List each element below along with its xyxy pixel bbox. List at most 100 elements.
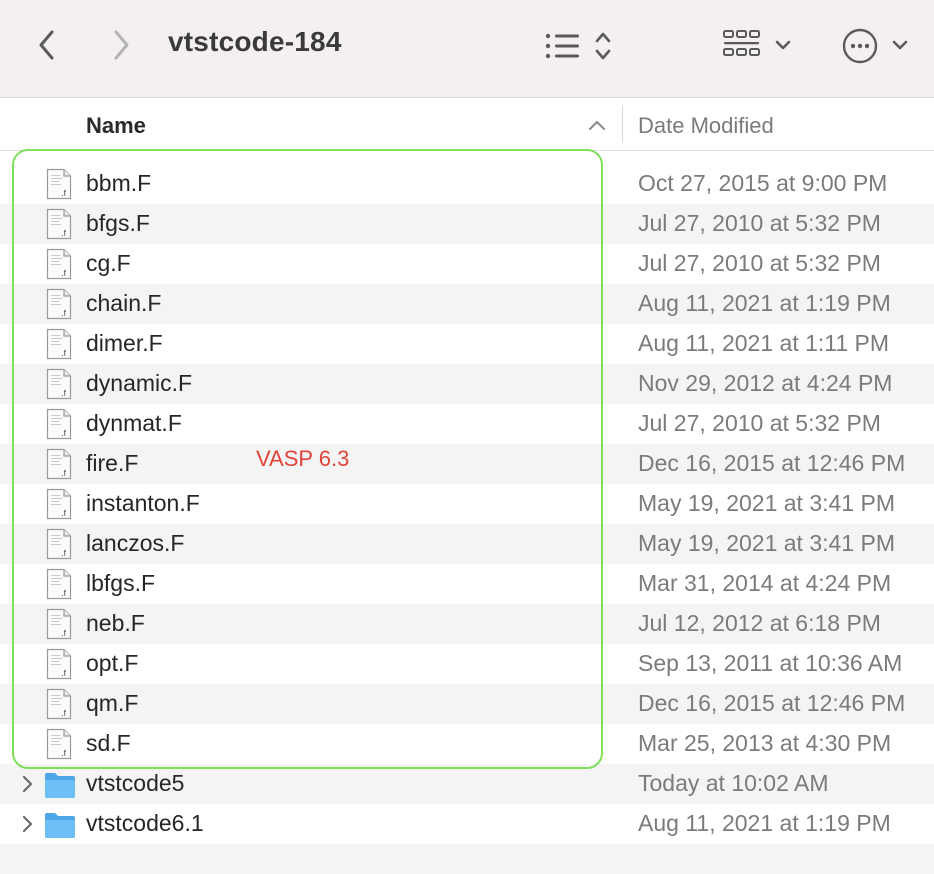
empty-row	[0, 844, 934, 874]
file-date: Jul 12, 2012 at 6:18 PM	[638, 610, 881, 636]
fortran-file-icon: .f	[46, 688, 72, 720]
fortran-file-icon: .f	[46, 728, 72, 760]
window-toolbar: vtstcode-184	[0, 0, 934, 98]
file-date: Aug 11, 2021 at 1:11 PM	[638, 330, 890, 356]
view-mode-button[interactable]	[720, 28, 796, 64]
chevron-left-icon	[39, 30, 54, 60]
file-row[interactable]: .f cg.F Jul 27, 2010 at 5:32 PM	[0, 244, 934, 284]
ellipsis-circle-icon	[842, 28, 908, 64]
file-name: instanton.F	[86, 490, 200, 516]
folder-date: Aug 11, 2021 at 1:19 PM	[638, 810, 891, 836]
fortran-file-icon: .f	[46, 408, 72, 440]
file-name: chain.F	[86, 290, 162, 316]
fortran-file-icon: .f	[46, 248, 72, 280]
column-divider[interactable]	[622, 105, 623, 143]
file-name: cg.F	[86, 250, 131, 276]
file-name: qm.F	[86, 690, 139, 716]
file-date: Aug 11, 2021 at 1:19 PM	[638, 290, 891, 316]
svg-text:.f: .f	[62, 349, 67, 358]
file-name: bbm.F	[86, 170, 152, 196]
folder-row[interactable]: vtstcode6.1 Aug 11, 2021 at 1:19 PM	[0, 804, 934, 844]
folder-icon	[44, 771, 76, 799]
folder-name: vtstcode6.1	[86, 810, 204, 836]
file-name: dynmat.F	[86, 410, 182, 436]
svg-text:.f: .f	[62, 269, 67, 278]
chevron-right-icon	[114, 30, 129, 60]
file-row[interactable]: .f dynmat.F Jul 27, 2010 at 5:32 PM	[0, 404, 934, 444]
annotation-label: VASP 6.3	[256, 446, 350, 471]
file-row[interactable]: .f lanczos.F May 19, 2021 at 3:41 PM	[0, 524, 934, 564]
column-header: Name Date Modified	[0, 99, 934, 151]
file-date: Dec 16, 2015 at 12:46 PM	[638, 450, 906, 476]
svg-text:.f: .f	[62, 669, 67, 678]
file-list: .f bbm.F Oct 27, 2015 at 9:00 PM .f bfgs…	[0, 164, 934, 844]
file-name: opt.F	[86, 650, 139, 676]
file-name: dimer.F	[86, 330, 163, 356]
fortran-file-icon: .f	[46, 488, 72, 520]
file-date: May 19, 2021 at 3:41 PM	[638, 530, 895, 556]
folder-name: vtstcode5	[86, 770, 185, 796]
file-row[interactable]: .f dynamic.F Nov 29, 2012 at 4:24 PM	[0, 364, 934, 404]
svg-text:.f: .f	[62, 549, 67, 558]
svg-text:.f: .f	[62, 189, 67, 198]
file-row[interactable]: .f bfgs.F Jul 27, 2010 at 5:32 PM	[0, 204, 934, 244]
file-row[interactable]: .f chain.F Aug 11, 2021 at 1:19 PM	[0, 284, 934, 324]
folder-date: Today at 10:02 AM	[638, 770, 829, 796]
file-row[interactable]: .f neb.F Jul 12, 2012 at 6:18 PM	[0, 604, 934, 644]
file-row[interactable]: .f instanton.F May 19, 2021 at 3:41 PM	[0, 484, 934, 524]
file-name: sd.F	[86, 730, 131, 756]
svg-text:.f: .f	[62, 629, 67, 638]
disclosure-chevron-icon[interactable]	[20, 774, 34, 799]
fortran-file-icon: .f	[46, 208, 72, 240]
file-row[interactable]: .f bbm.F Oct 27, 2015 at 9:00 PM	[0, 164, 934, 204]
file-name: fire.F	[86, 450, 139, 476]
file-row[interactable]: .f qm.F Dec 16, 2015 at 12:46 PM	[0, 684, 934, 724]
svg-text:.f: .f	[62, 709, 67, 718]
fortran-file-icon: .f	[46, 368, 72, 400]
file-name: lanczos.F	[86, 530, 185, 556]
sort-ascending-icon[interactable]	[588, 119, 606, 131]
file-row[interactable]: .f sd.F Mar 25, 2013 at 4:30 PM	[0, 724, 934, 764]
list-sort-icon	[545, 32, 611, 60]
svg-text:.f: .f	[62, 389, 67, 398]
file-name: neb.F	[86, 610, 145, 636]
file-date: Mar 31, 2014 at 4:24 PM	[638, 570, 892, 596]
file-row[interactable]: .f lbfgs.F Mar 31, 2014 at 4:24 PM	[0, 564, 934, 604]
svg-text:.f: .f	[62, 749, 67, 758]
column-name-header[interactable]: Name	[86, 113, 146, 139]
grid-view-icon	[723, 30, 791, 56]
svg-text:.f: .f	[62, 429, 67, 438]
window-title: vtstcode-184	[168, 26, 342, 57]
fortran-file-icon: .f	[46, 608, 72, 640]
back-button[interactable]	[30, 26, 64, 64]
sort-options-button[interactable]	[542, 28, 616, 64]
file-date: Jul 27, 2010 at 5:32 PM	[638, 210, 881, 236]
fortran-file-icon: .f	[46, 448, 72, 480]
fortran-file-icon: .f	[46, 568, 72, 600]
file-row[interactable]: .f opt.F Sep 13, 2011 at 10:36 AM	[0, 644, 934, 684]
more-actions-button[interactable]	[840, 26, 914, 66]
file-date: Dec 16, 2015 at 12:46 PM	[638, 690, 906, 716]
svg-text:.f: .f	[62, 509, 67, 518]
file-date: Oct 27, 2015 at 9:00 PM	[638, 170, 888, 196]
folder-row[interactable]: vtstcode5 Today at 10:02 AM	[0, 764, 934, 804]
file-date: Jul 27, 2010 at 5:32 PM	[638, 410, 881, 436]
svg-text:.f: .f	[62, 469, 67, 478]
fortran-file-icon: .f	[46, 168, 72, 200]
file-row[interactable]: .f dimer.F Aug 11, 2021 at 1:11 PM	[0, 324, 934, 364]
svg-text:.f: .f	[62, 229, 67, 238]
column-date-header[interactable]: Date Modified	[638, 113, 774, 139]
file-date: Mar 25, 2013 at 4:30 PM	[638, 730, 892, 756]
file-date: Sep 13, 2011 at 10:36 AM	[638, 650, 903, 676]
svg-text:.f: .f	[62, 309, 67, 318]
svg-text:.f: .f	[62, 589, 67, 598]
fortran-file-icon: .f	[46, 328, 72, 360]
file-row[interactable]: .f fire.F Dec 16, 2015 at 12:46 PM	[0, 444, 934, 484]
forward-button[interactable]	[104, 26, 138, 64]
fortran-file-icon: .f	[46, 288, 72, 320]
file-name: lbfgs.F	[86, 570, 156, 596]
folder-icon	[44, 811, 76, 839]
fortran-file-icon: .f	[46, 648, 72, 680]
file-name: dynamic.F	[86, 370, 193, 396]
disclosure-chevron-icon[interactable]	[20, 814, 34, 839]
